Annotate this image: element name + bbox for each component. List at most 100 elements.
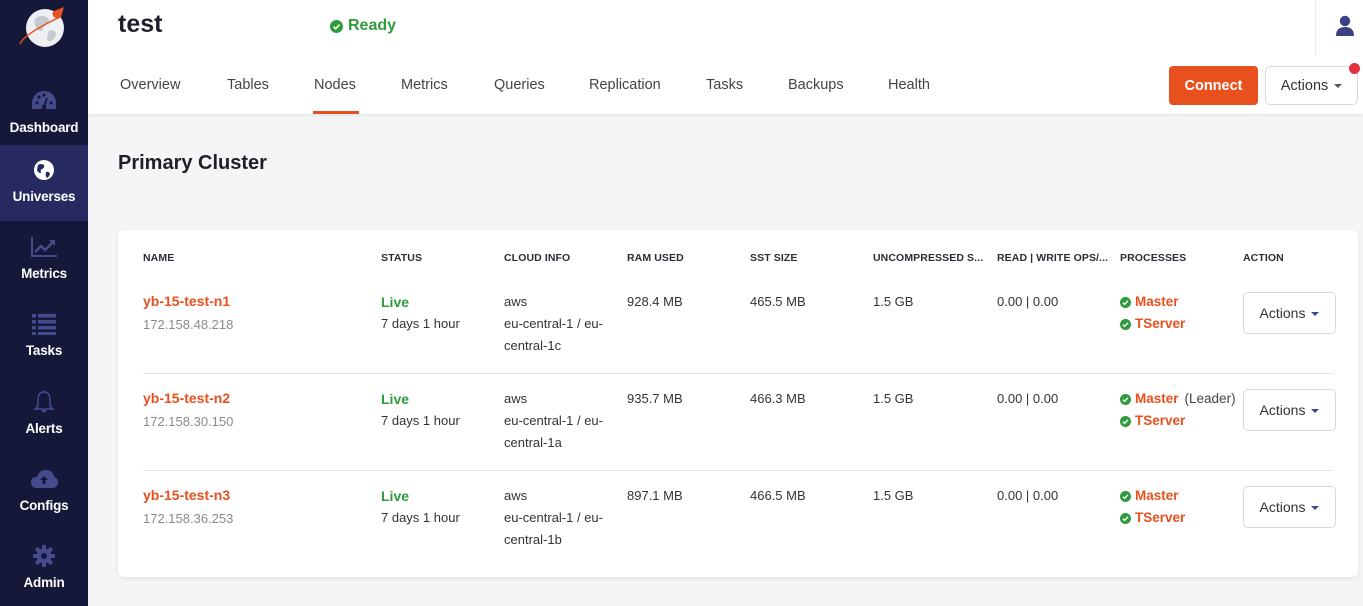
node-ip: 172.158.30.150 [143, 414, 234, 429]
sidebar-item-label: Metrics [21, 266, 67, 281]
sidebar-item-universes[interactable]: Universes [0, 145, 88, 221]
tab-backups[interactable]: Backups [788, 64, 844, 114]
actions-label: Actions [1259, 305, 1306, 321]
caret-down-icon [1311, 311, 1320, 316]
node-status: Live [381, 488, 410, 504]
sidebar-item-configs[interactable]: Configs [0, 454, 88, 530]
tab-label: Backups [788, 77, 844, 93]
caret-down-icon [1311, 408, 1320, 413]
tserver-link[interactable]: TServer [1135, 410, 1185, 432]
column-header-cloud-info[interactable]: CLOUD INFO [504, 252, 570, 264]
table-row: yb-15-test-n2 172.158.30.150 Live 7 days… [143, 373, 1336, 470]
master-link[interactable]: Master [1135, 485, 1179, 507]
sidebar-item-alerts[interactable]: Alerts [0, 377, 88, 453]
tab-metrics[interactable]: Metrics [401, 64, 448, 114]
actions-label: Actions [1259, 499, 1306, 515]
column-header-status[interactable]: STATUS [381, 252, 422, 264]
user-icon[interactable] [1335, 15, 1355, 37]
check-circle-icon [1120, 296, 1131, 308]
region-zone: eu-central-1 / eu- [504, 316, 603, 331]
connect-button[interactable]: Connect [1169, 66, 1258, 105]
ram-used: 935.7 MB [627, 391, 683, 406]
sidebar-item-tasks[interactable]: Tasks [0, 299, 88, 375]
check-circle-icon [1120, 393, 1131, 405]
master-link[interactable]: Master [1135, 291, 1179, 313]
node-actions-dropdown[interactable]: Actions [1243, 389, 1336, 431]
cloud-provider: aws [504, 294, 528, 309]
sidebar-item-label: Tasks [25, 343, 63, 358]
cloud-provider: aws [504, 488, 528, 503]
tab-replication[interactable]: Replication [589, 64, 661, 114]
universe-actions-dropdown[interactable]: Actions [1265, 66, 1358, 105]
sidebar-item-label: Universes [12, 189, 76, 204]
sidebar: Dashboard Universes Metrics Tasks Alerts… [0, 0, 88, 606]
column-header-name[interactable]: NAME [143, 252, 174, 264]
sidebar-item-dashboard[interactable]: Dashboard [0, 76, 88, 152]
process-master: Master [1120, 291, 1185, 313]
tab-health[interactable]: Health [888, 64, 930, 114]
sst-size: 466.5 MB [750, 488, 806, 503]
node-name-link[interactable]: yb-15-test-n3 [143, 484, 233, 506]
process-tserver: TServer [1120, 313, 1185, 335]
check-circle-icon [1120, 512, 1131, 524]
process-master: Master (Leader) [1120, 388, 1236, 410]
node-name-link[interactable]: yb-15-test-n1 [143, 290, 233, 312]
divider [1315, 0, 1316, 56]
status-text: Ready [348, 17, 397, 34]
app-logo[interactable] [16, 6, 70, 50]
master-role: (Leader) [1184, 391, 1236, 406]
nodes-table-card: NAME STATUS CLOUD INFO RAM USED SST SIZE… [118, 230, 1358, 577]
node-actions-dropdown[interactable]: Actions [1243, 292, 1336, 334]
tab-tables[interactable]: Tables [227, 64, 269, 114]
tab-tasks[interactable]: Tasks [706, 64, 743, 114]
sst-size: 466.3 MB [750, 391, 806, 406]
master-link[interactable]: Master [1135, 388, 1179, 410]
column-header-ram-used[interactable]: RAM USED [627, 252, 684, 264]
column-header-uncompressed-size[interactable]: UNCOMPRESSED S... [873, 252, 983, 264]
sidebar-item-label: Admin [23, 575, 65, 590]
sidebar-item-label: Configs [19, 498, 69, 513]
tserver-link[interactable]: TServer [1135, 507, 1185, 529]
node-status: Live [381, 294, 410, 310]
check-circle-icon [1120, 415, 1131, 427]
universe-status-badge: Ready [330, 17, 396, 35]
tab-queries[interactable]: Queries [494, 64, 545, 114]
line-chart-icon [30, 234, 58, 260]
column-header-action: ACTION [1243, 252, 1284, 264]
sidebar-item-label: Alerts [25, 421, 63, 436]
sidebar-item-admin[interactable]: Admin [0, 531, 88, 606]
tab-label: Overview [120, 77, 181, 93]
process-tserver: TServer [1120, 410, 1236, 432]
node-uptime: 7 days 1 hour [381, 413, 460, 428]
read-write-ops: 0.00 | 0.00 [997, 294, 1059, 309]
node-name-link[interactable]: yb-15-test-n2 [143, 387, 233, 409]
section-title: Primary Cluster [118, 152, 267, 174]
universe-title: test [118, 10, 163, 38]
notification-badge [1349, 63, 1360, 74]
check-circle-icon [1120, 318, 1131, 330]
uncompressed-size: 1.5 GB [873, 391, 914, 406]
column-header-sst-size[interactable]: SST SIZE [750, 252, 797, 264]
table-row: yb-15-test-n1 172.158.48.218 Live 7 days… [143, 280, 1336, 377]
node-ip: 172.158.48.218 [143, 317, 234, 332]
column-header-read-write-ops[interactable]: READ | WRITE OPS/... [997, 252, 1108, 264]
tab-label: Tables [227, 77, 269, 93]
tserver-link[interactable]: TServer [1135, 313, 1185, 335]
sst-size: 465.5 MB [750, 294, 806, 309]
list-icon [30, 311, 58, 337]
sidebar-item-metrics[interactable]: Metrics [0, 222, 88, 298]
node-actions-dropdown[interactable]: Actions [1243, 486, 1336, 528]
tab-overview[interactable]: Overview [120, 64, 180, 114]
tab-nodes[interactable]: Nodes [313, 64, 359, 114]
node-status: Live [381, 391, 410, 407]
tab-label: Queries [494, 77, 545, 93]
tab-label: Replication [589, 77, 661, 93]
actions-label: Actions [1280, 77, 1329, 94]
cloud-provider: aws [504, 391, 528, 406]
node-uptime: 7 days 1 hour [381, 510, 460, 525]
actions-label: Actions [1259, 402, 1306, 418]
uncompressed-size: 1.5 GB [873, 488, 914, 503]
gear-icon [30, 543, 58, 569]
tab-label: Nodes [314, 77, 356, 93]
node-ip: 172.158.36.253 [143, 511, 234, 526]
